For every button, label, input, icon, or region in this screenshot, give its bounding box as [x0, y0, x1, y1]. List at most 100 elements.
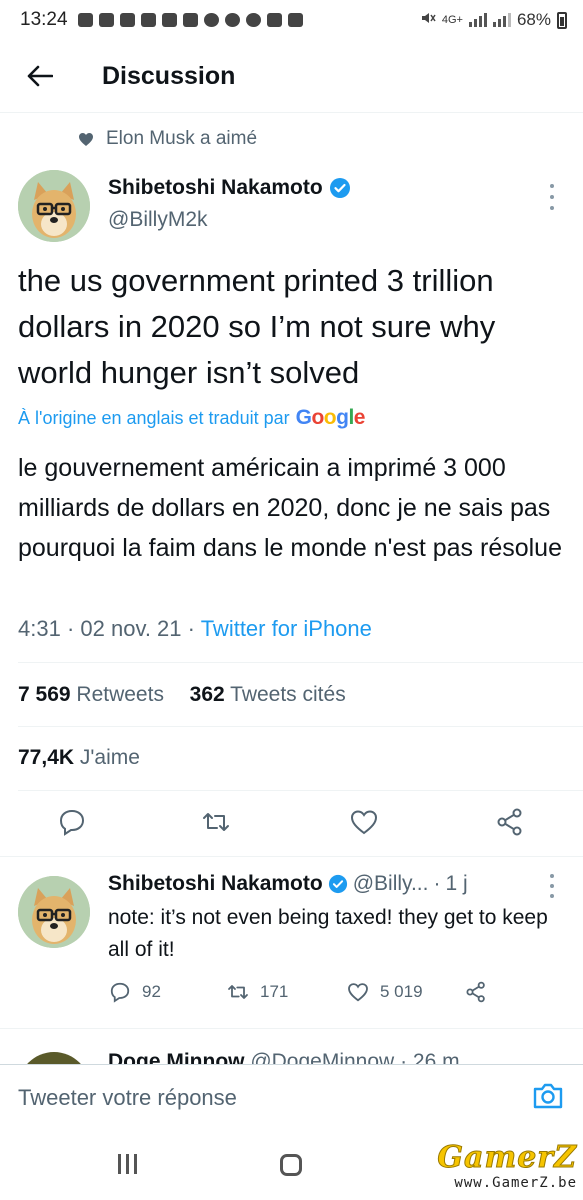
- arrow-left-icon: [27, 65, 53, 87]
- heart-icon: [348, 983, 368, 1002]
- retweet-icon: [203, 813, 229, 831]
- likes-label: J'aime: [79, 746, 140, 769]
- camera-button[interactable]: [531, 1079, 565, 1113]
- heart-icon: [203, 13, 219, 27]
- avatar: [18, 1052, 90, 1064]
- verified-badge-icon: [329, 178, 350, 198]
- tweet-text: the us government printed 3 trillion dol…: [18, 263, 496, 390]
- compose-bar: Tweeter votre réponse: [0, 1064, 583, 1130]
- skype-icon: [245, 13, 261, 27]
- heart-icon: [224, 13, 240, 27]
- more-options-button[interactable]: [547, 184, 557, 210]
- quotes-count: 362: [189, 683, 225, 706]
- retweets-label: Retweets: [76, 683, 164, 706]
- author-block[interactable]: Shibetoshi Nakamoto @BillyM2k: [108, 176, 351, 232]
- twitter-icon: [182, 13, 198, 27]
- more-options-button[interactable]: [547, 874, 557, 898]
- translated-label: À l'origine en anglais et traduit par: [18, 407, 290, 428]
- doge-avatar-image: [18, 876, 90, 948]
- avatar[interactable]: [18, 170, 90, 242]
- retweet-button[interactable]: 171: [226, 980, 288, 1004]
- share-button[interactable]: [494, 806, 526, 838]
- accessibility-icon: [266, 13, 282, 27]
- battery-icon: [557, 11, 567, 29]
- watermark: GamerZ www.GamerZ.be: [437, 1140, 577, 1192]
- share-button[interactable]: [464, 980, 488, 1004]
- tweet-time: 4:31: [18, 616, 61, 641]
- youtube-icon: [140, 13, 156, 27]
- network-type: 4G+: [441, 14, 463, 26]
- camera-icon: [533, 1083, 563, 1109]
- tweet-meta: 4:31 · 02 nov. 21 · Twitter for iPhone: [18, 616, 372, 641]
- battery-level: 68%: [516, 10, 551, 29]
- divider: [18, 726, 583, 727]
- translated-text: le gouvernement américain a imprimé 3 00…: [18, 454, 562, 562]
- divider: [18, 790, 583, 791]
- divider: [18, 662, 583, 663]
- reply-author-row[interactable]: Shibetoshi Nakamoto @Billy... · 1 j: [108, 872, 568, 896]
- next-tweet-author-row: Doge Minnow @DogeMinnow · 26 m: [108, 1050, 460, 1064]
- google-logo: Google: [295, 406, 366, 429]
- status-right: 4G+ 68%: [420, 10, 567, 31]
- watermark-logo: GamerZ: [437, 1140, 577, 1176]
- home-button[interactable]: [280, 1154, 302, 1176]
- signal-icon: [468, 13, 487, 27]
- next-author-name: Doge Minnow: [108, 1050, 245, 1064]
- status-time: 13:24: [20, 9, 68, 30]
- comment-icon: [110, 982, 130, 1003]
- retweet-icon: [228, 985, 248, 999]
- reply-button[interactable]: 92: [108, 980, 161, 1004]
- tweet-date: 02 nov. 21: [80, 616, 182, 641]
- translation-attribution[interactable]: À l'origine en anglais et traduit par Go…: [18, 406, 365, 430]
- avatar[interactable]: [18, 876, 90, 948]
- verified-badge-icon: [328, 874, 347, 894]
- like-count: 5 019: [380, 982, 423, 1001]
- retweet-button[interactable]: [200, 806, 232, 838]
- share-icon: [466, 981, 485, 1003]
- reply-handle: @Billy...: [352, 872, 429, 895]
- reply-time: 1 j: [445, 872, 468, 895]
- app-header: Discussion: [0, 44, 583, 108]
- reply-input[interactable]: Tweeter votre réponse: [18, 1085, 237, 1111]
- header-divider: [0, 112, 583, 113]
- liked-by-row[interactable]: Elon Musk a aimé: [78, 128, 257, 150]
- back-button[interactable]: [0, 44, 80, 108]
- reply-author-name: Shibetoshi Nakamoto: [108, 872, 323, 895]
- mute-icon: [420, 10, 436, 31]
- play-icon: [98, 13, 114, 27]
- watermark-url: www.GamerZ.be: [454, 1175, 577, 1191]
- reply-count: 92: [142, 982, 161, 1001]
- likes-stats[interactable]: 77,4K J'aime: [18, 746, 140, 770]
- like-button[interactable]: 5 019: [346, 980, 423, 1004]
- youtube-icon: [161, 13, 177, 27]
- image-icon: [287, 13, 303, 27]
- author-handle: @BillyM2k: [108, 208, 208, 231]
- liked-by-label: Elon Musk a aimé: [106, 128, 258, 149]
- likes-count: 77,4K: [18, 746, 75, 769]
- heart-icon: [79, 132, 93, 146]
- tweet-actions: [0, 800, 583, 846]
- next-tweet-preview[interactable]: Doge Minnow @DogeMinnow · 26 m: [0, 1044, 583, 1064]
- heart-icon: [350, 810, 378, 835]
- divider: [0, 856, 583, 857]
- page-title: Discussion: [102, 61, 236, 90]
- divider: [0, 1028, 583, 1029]
- status-bar: 13:24 4G+ 68%: [0, 0, 583, 40]
- share-icon: [497, 808, 522, 836]
- doge-avatar-image: [18, 170, 90, 242]
- retweet-stats[interactable]: 7 569 Retweets 362 Tweets cités: [18, 683, 346, 707]
- author-name-row: Shibetoshi Nakamoto: [108, 176, 351, 200]
- system-nav-bar: GamerZ www.GamerZ.be: [0, 1130, 583, 1200]
- tweet-source-link[interactable]: Twitter for iPhone: [201, 616, 372, 641]
- next-handle: @DogeMinnow: [250, 1050, 395, 1064]
- reply-button[interactable]: [56, 806, 88, 838]
- like-button[interactable]: [348, 806, 380, 838]
- next-time: 26 m: [412, 1050, 460, 1064]
- recent-apps-button[interactable]: [118, 1154, 137, 1174]
- signal-icon: [492, 13, 511, 27]
- notification-icons: [77, 13, 420, 27]
- comment-icon: [59, 809, 85, 836]
- message-icon: [77, 13, 93, 27]
- reply-actions: 92 171 5 019: [108, 980, 548, 1010]
- quotes-label: Tweets cités: [230, 683, 346, 706]
